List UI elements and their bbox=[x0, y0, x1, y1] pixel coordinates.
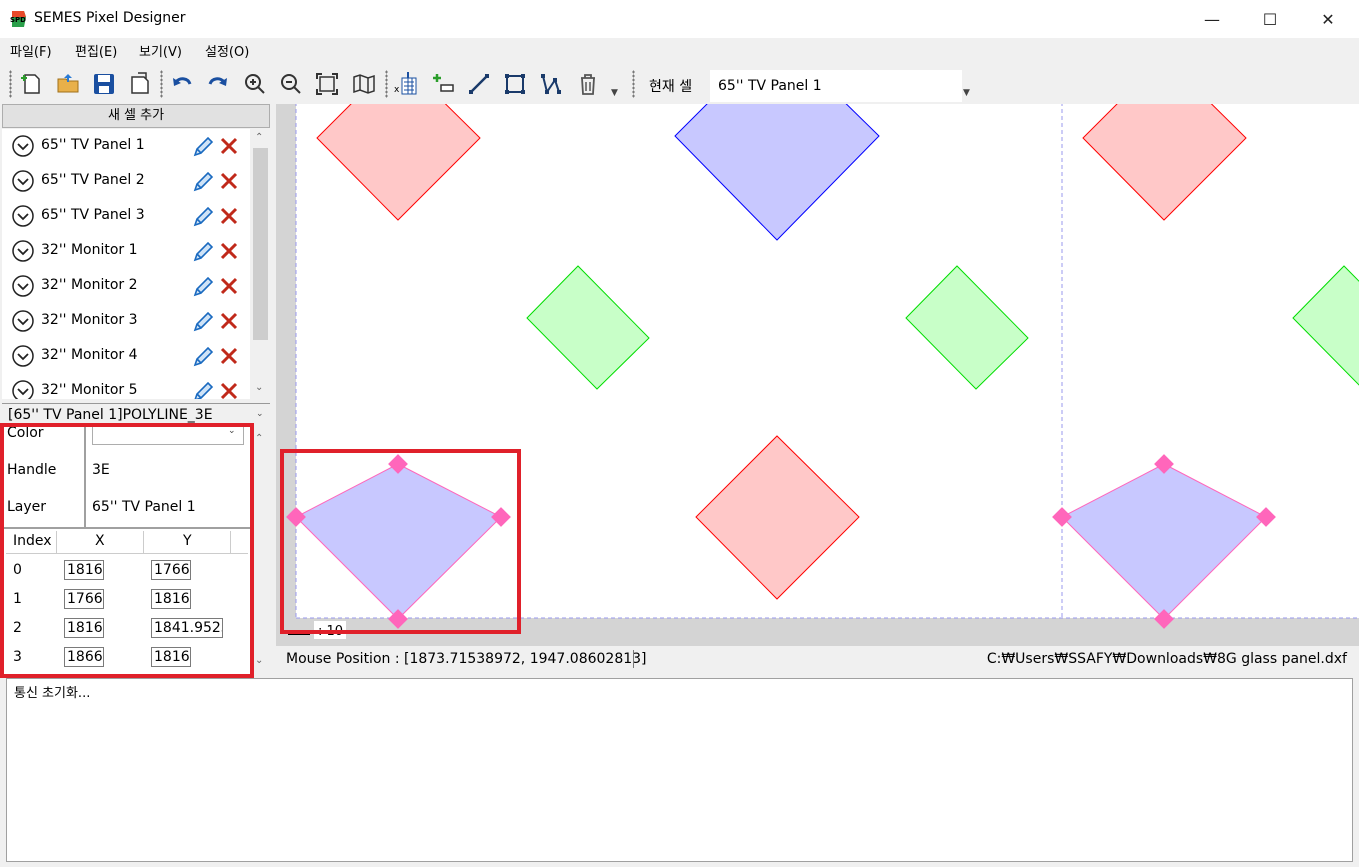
expand-chevron-icon[interactable] bbox=[12, 170, 34, 192]
cell-list-item[interactable]: 65'' TV Panel 3 bbox=[2, 199, 250, 234]
title-bar bbox=[0, 0, 1359, 38]
current-cell-label: 현재 셀 bbox=[649, 79, 693, 95]
cell-label: 65'' TV Panel 2 bbox=[41, 172, 145, 188]
pencil-icon[interactable] bbox=[192, 136, 214, 158]
cell-list-item[interactable]: 32'' Monitor 4 bbox=[2, 339, 250, 374]
map-icon[interactable] bbox=[352, 72, 376, 96]
save-as-icon[interactable] bbox=[128, 72, 152, 96]
scroll-down-icon[interactable]: ⌄ bbox=[255, 382, 263, 393]
delete-x-icon[interactable] bbox=[219, 171, 239, 191]
cell-label: 32'' Monitor 3 bbox=[41, 312, 138, 328]
log-panel[interactable] bbox=[6, 678, 1353, 862]
pencil-icon[interactable] bbox=[192, 346, 214, 368]
file-path-text: C:₩Users₩SSAFY₩Downloads₩8G glass panel.… bbox=[986, 651, 1347, 667]
cell-list-item[interactable]: 32'' Monitor 3 bbox=[2, 304, 250, 339]
minimize-icon: — bbox=[1204, 9, 1220, 29]
app-logo-icon: SPD bbox=[10, 9, 28, 29]
highlight-box bbox=[0, 423, 254, 678]
cell-label: 32'' Monitor 4 bbox=[41, 347, 138, 363]
fit-screen-icon[interactable] bbox=[315, 72, 339, 96]
minimize-button[interactable]: — bbox=[1183, 0, 1241, 38]
pencil-icon[interactable] bbox=[192, 171, 214, 193]
toolbar-separator bbox=[160, 70, 163, 98]
mouse-position-text: Mouse Position : [1873.71538972, 1947.08… bbox=[286, 651, 647, 667]
zoom-out-icon[interactable] bbox=[279, 72, 303, 96]
log-text: 통신 초기화... bbox=[14, 686, 91, 701]
cell-label: 65'' TV Panel 3 bbox=[41, 207, 145, 223]
window-title: SEMES Pixel Designer bbox=[34, 10, 186, 26]
expand-chevron-icon[interactable] bbox=[12, 240, 34, 262]
expand-chevron-icon[interactable] bbox=[12, 205, 34, 227]
pencil-icon[interactable] bbox=[192, 276, 214, 298]
delete-x-icon[interactable] bbox=[219, 276, 239, 296]
close-icon: ✕ bbox=[1321, 9, 1335, 29]
add-cell-button[interactable]: 새 셀 추가 bbox=[2, 104, 270, 128]
menu-bar bbox=[0, 38, 1359, 62]
delete-x-icon[interactable] bbox=[219, 206, 239, 226]
scrollbar-thumb[interactable] bbox=[253, 148, 268, 340]
menu-edit[interactable]: 편집(E) bbox=[75, 41, 117, 60]
pencil-icon[interactable] bbox=[192, 206, 214, 228]
toolbar-grip[interactable] bbox=[632, 70, 635, 98]
delete-x-icon[interactable] bbox=[219, 381, 239, 399]
svg-text:x: x bbox=[394, 85, 400, 95]
delete-x-icon[interactable] bbox=[219, 241, 239, 261]
delete-x-icon[interactable] bbox=[219, 346, 239, 366]
polyline-tool-icon[interactable] bbox=[539, 72, 563, 96]
chevron-down-icon[interactable]: ▼ bbox=[963, 88, 970, 98]
cell-label: 32'' Monitor 5 bbox=[41, 382, 138, 398]
maximize-button[interactable]: ☐ bbox=[1241, 0, 1299, 38]
toolbar-overflow-icon[interactable]: ▼ bbox=[611, 88, 618, 98]
expand-chevron-icon[interactable] bbox=[12, 310, 34, 332]
cell-list-item[interactable]: 65'' TV Panel 2 bbox=[2, 164, 250, 199]
menu-settings[interactable]: 설정(O) bbox=[205, 41, 249, 60]
cell-label: 32'' Monitor 2 bbox=[41, 277, 138, 293]
svg-text:SPD: SPD bbox=[10, 16, 26, 24]
menu-view[interactable]: 보기(V) bbox=[139, 41, 182, 60]
pencil-icon[interactable] bbox=[192, 241, 214, 263]
rectangle-tool-icon[interactable] bbox=[503, 72, 527, 96]
open-folder-icon[interactable] bbox=[56, 72, 80, 96]
status-separator bbox=[633, 650, 634, 668]
expand-chevron-icon[interactable] bbox=[12, 345, 34, 367]
scroll-up-icon[interactable]: ⌃ bbox=[255, 433, 263, 444]
toolbar-grip[interactable] bbox=[9, 70, 12, 98]
add-point-icon[interactable] bbox=[431, 72, 455, 96]
cell-label: 65'' TV Panel 1 bbox=[41, 137, 145, 153]
selected-entity-label: [65'' TV Panel 1]POLYLINE_3E bbox=[8, 407, 213, 423]
maximize-icon: ☐ bbox=[1262, 9, 1278, 29]
highlight-box bbox=[280, 449, 521, 634]
cell-list-item[interactable]: 32'' Monitor 5 bbox=[2, 374, 250, 399]
cell-list: 65'' TV Panel 1 65'' TV Panel 2 65'' TV Pa… bbox=[2, 129, 250, 399]
cell-list-item[interactable]: 65'' TV Panel 1 bbox=[2, 129, 250, 164]
scroll-down-icon[interactable]: ⌄ bbox=[255, 655, 263, 666]
line-tool-icon[interactable] bbox=[467, 72, 491, 96]
undo-icon[interactable] bbox=[170, 72, 194, 96]
menu-file[interactable]: 파일(F) bbox=[10, 41, 52, 60]
expand-chevron-icon[interactable] bbox=[12, 275, 34, 297]
expand-chevron-icon[interactable] bbox=[12, 135, 34, 157]
pencil-icon[interactable] bbox=[192, 381, 214, 399]
cell-list-item[interactable]: 32'' Monitor 2 bbox=[2, 269, 250, 304]
chevron-down-icon[interactable]: ⌄ bbox=[256, 409, 264, 419]
cell-list-item[interactable]: 32'' Monitor 1 bbox=[2, 234, 250, 269]
expand-chevron-icon[interactable] bbox=[12, 380, 34, 399]
cell-label: 32'' Monitor 1 bbox=[41, 242, 138, 258]
delete-icon[interactable] bbox=[576, 72, 600, 96]
excel-import-icon[interactable]: x bbox=[394, 72, 418, 96]
delete-x-icon[interactable] bbox=[219, 136, 239, 156]
new-file-icon[interactable] bbox=[20, 72, 44, 96]
redo-icon[interactable] bbox=[206, 72, 230, 96]
zoom-in-icon[interactable] bbox=[243, 72, 267, 96]
toolbar-separator bbox=[385, 70, 388, 98]
current-cell-select[interactable]: 65'' TV Panel 1 bbox=[710, 70, 962, 102]
scroll-up-icon[interactable]: ⌃ bbox=[255, 132, 263, 143]
save-icon[interactable] bbox=[92, 72, 116, 96]
delete-x-icon[interactable] bbox=[219, 311, 239, 331]
close-button[interactable]: ✕ bbox=[1299, 0, 1357, 38]
pencil-icon[interactable] bbox=[192, 311, 214, 333]
